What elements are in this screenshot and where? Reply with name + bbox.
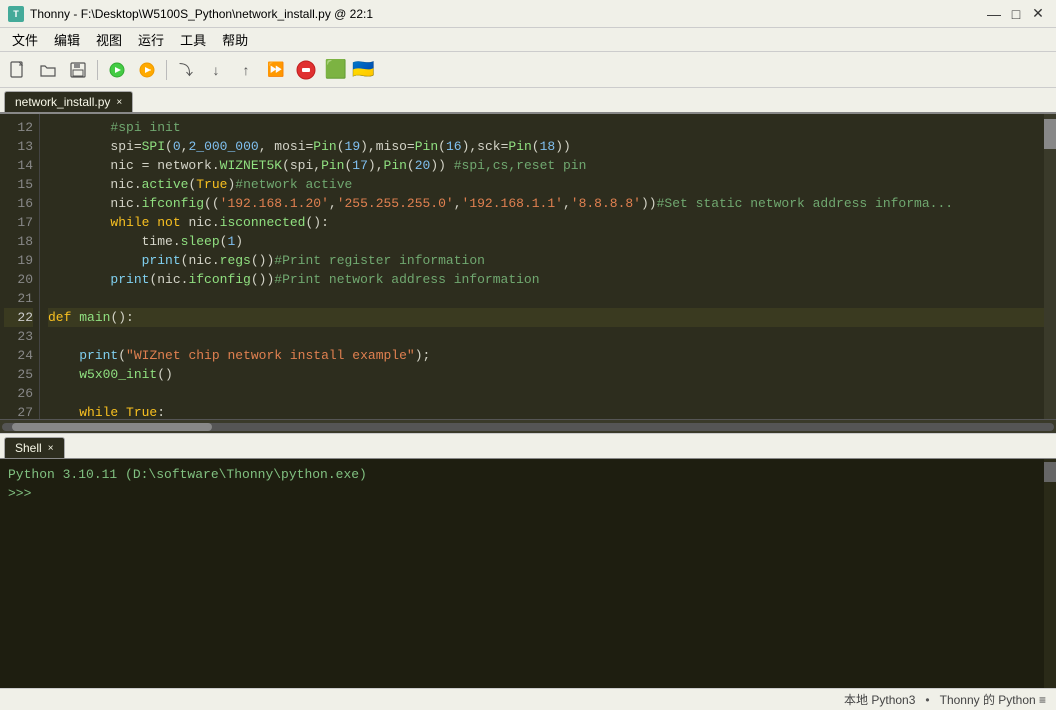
editor-tab-network-install[interactable]: network_install.py × bbox=[4, 91, 133, 112]
statusbar: 本地 Python3 • Thonny 的 Python ≡ bbox=[0, 688, 1056, 710]
scroll-thumb[interactable] bbox=[12, 423, 212, 431]
editor-area[interactable]: 12 13 14 15 16 17 18 19 20 21 22 23 24 2… bbox=[0, 114, 1056, 419]
editor-vertical-scrollbar[interactable] bbox=[1044, 114, 1056, 419]
editor-tab-area: network_install.py × bbox=[0, 88, 1056, 114]
save-button[interactable] bbox=[64, 56, 92, 84]
step-over-button[interactable]: ⤵ bbox=[172, 56, 200, 84]
maximize-button[interactable]: □ bbox=[1006, 4, 1026, 24]
editor-scroll-thumb[interactable] bbox=[1044, 119, 1056, 149]
editor-wrapper: 12 13 14 15 16 17 18 19 20 21 22 23 24 2… bbox=[0, 114, 1056, 433]
new-button[interactable] bbox=[4, 56, 32, 84]
shell-scroll-thumb[interactable] bbox=[1044, 462, 1056, 482]
shell-tab[interactable]: Shell × bbox=[4, 437, 65, 458]
step-out-button[interactable]: ↑ bbox=[232, 56, 260, 84]
toolbar-separator-1 bbox=[97, 60, 98, 80]
minimize-button[interactable]: — bbox=[984, 4, 1004, 24]
flag-button[interactable]: 🟩 bbox=[322, 56, 350, 84]
code-content[interactable]: #spi init spi=SPI(0,2_000_000, mosi=Pin(… bbox=[40, 114, 1056, 419]
menu-view[interactable]: 视图 bbox=[88, 28, 130, 51]
shell-vertical-scrollbar[interactable] bbox=[1044, 459, 1056, 688]
menu-run[interactable]: 运行 bbox=[130, 28, 172, 51]
save-icon bbox=[69, 61, 87, 79]
shell-tab-close[interactable]: × bbox=[48, 443, 54, 454]
run-icon bbox=[108, 61, 126, 79]
shell-area[interactable]: Python 3.10.11 (D:\software\Thonny\pytho… bbox=[0, 459, 1056, 688]
window-controls: — □ ✕ bbox=[984, 4, 1048, 24]
debug-button[interactable] bbox=[133, 56, 161, 84]
shell-tab-label: Shell bbox=[15, 441, 42, 455]
app-icon: T bbox=[8, 6, 24, 22]
step-into-button[interactable]: ↓ bbox=[202, 56, 230, 84]
line-numbers: 12 13 14 15 16 17 18 19 20 21 22 23 24 2… bbox=[0, 114, 40, 419]
resume-button[interactable]: ⏩ bbox=[262, 56, 290, 84]
editor-horizontal-scrollbar[interactable] bbox=[0, 419, 1056, 433]
editor-tab-close[interactable]: × bbox=[116, 97, 122, 108]
stop-icon bbox=[295, 59, 317, 81]
menu-edit[interactable]: 编辑 bbox=[46, 28, 88, 51]
shell-tab-area: Shell × bbox=[0, 433, 1056, 459]
status-interpreter: 本地 Python3 bbox=[844, 691, 915, 708]
shell-wrapper: Python 3.10.11 (D:\software\Thonny\pytho… bbox=[0, 459, 1056, 688]
new-icon bbox=[9, 61, 27, 79]
debug-icon bbox=[138, 61, 156, 79]
stop-button[interactable] bbox=[292, 56, 320, 84]
shell-version-line: Python 3.10.11 (D:\software\Thonny\pytho… bbox=[8, 465, 1048, 484]
open-icon bbox=[39, 61, 57, 79]
ukraine-flag: 🇺🇦 bbox=[352, 59, 374, 81]
open-button[interactable] bbox=[34, 56, 62, 84]
titlebar: T Thonny - F:\Desktop\W5100S_Python\netw… bbox=[0, 0, 1056, 28]
status-dot: • bbox=[925, 693, 929, 707]
toolbar: ⤵ ↓ ↑ ⏩ 🟩 🇺🇦 bbox=[0, 52, 1056, 88]
scroll-track bbox=[2, 423, 1054, 431]
status-thonny[interactable]: Thonny 的 Python ≡ bbox=[940, 691, 1046, 708]
close-button[interactable]: ✕ bbox=[1028, 4, 1048, 24]
editor-tab-label: network_install.py bbox=[15, 95, 110, 109]
shell-prompt-line: >>> bbox=[8, 484, 1048, 503]
menu-file[interactable]: 文件 bbox=[4, 28, 46, 51]
menu-tools[interactable]: 工具 bbox=[172, 28, 214, 51]
run-button[interactable] bbox=[103, 56, 131, 84]
toolbar-separator-2 bbox=[166, 60, 167, 80]
menubar: 文件 编辑 视图 运行 工具 帮助 bbox=[0, 28, 1056, 52]
menu-help[interactable]: 帮助 bbox=[214, 28, 256, 51]
window-title: Thonny - F:\Desktop\W5100S_Python\networ… bbox=[30, 7, 984, 21]
